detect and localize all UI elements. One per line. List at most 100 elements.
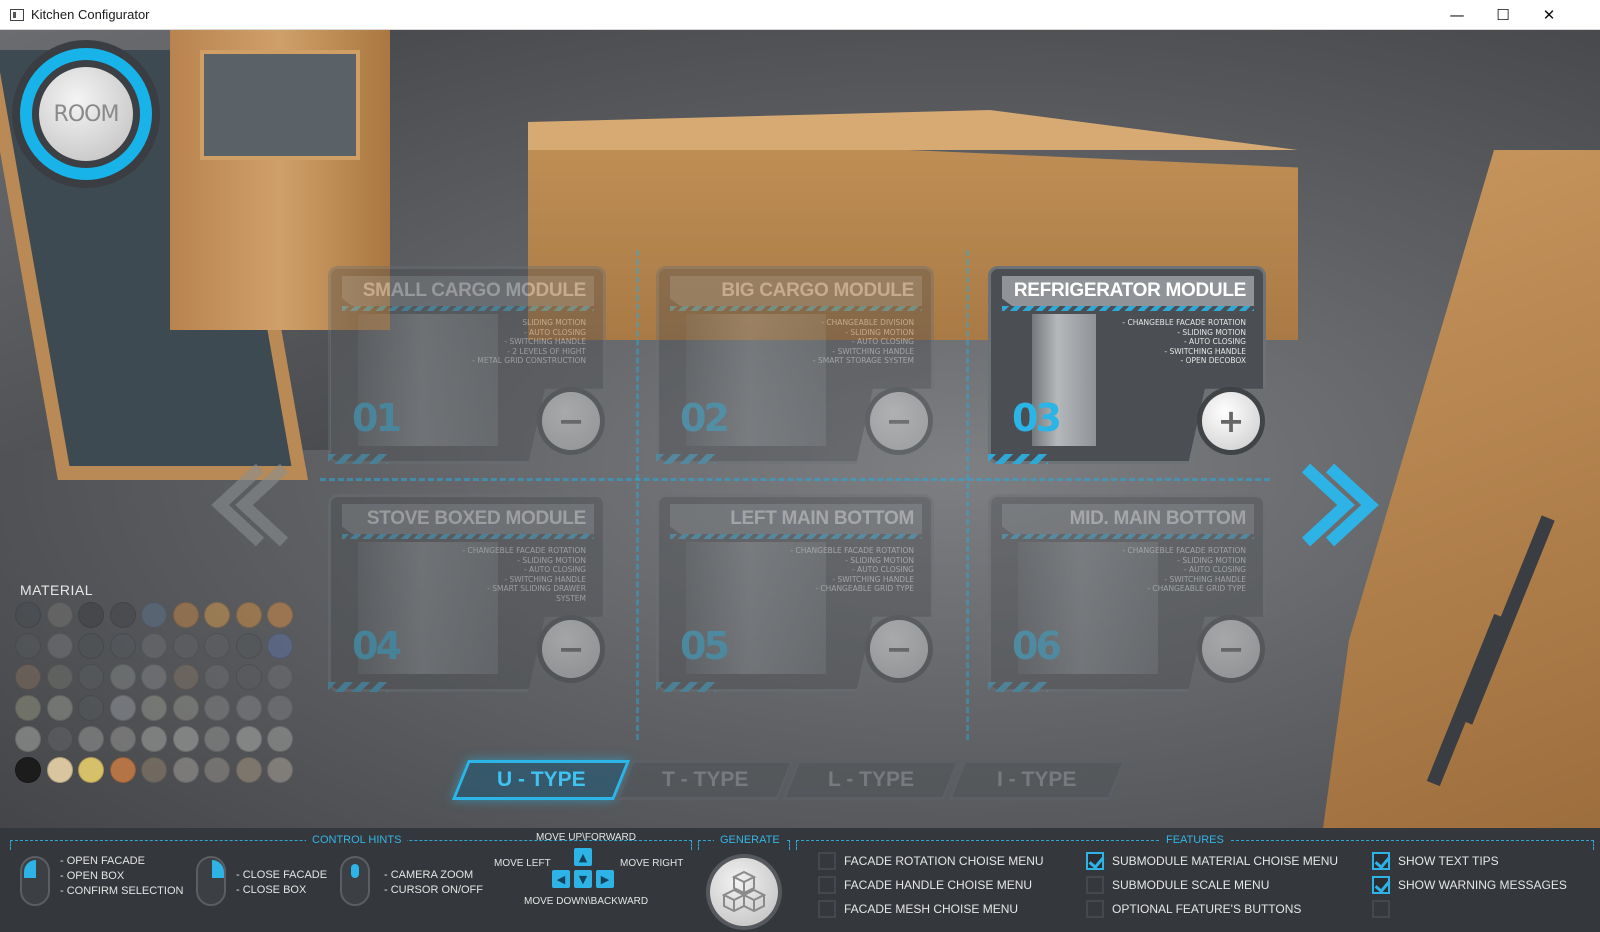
add-module-button[interactable]: + — [1202, 392, 1260, 450]
material-swatch[interactable] — [172, 664, 199, 690]
previous-page-arrow-icon[interactable] — [200, 460, 290, 550]
material-swatch[interactable] — [172, 726, 199, 752]
feature-checkbox[interactable] — [1086, 900, 1104, 918]
material-swatch[interactable] — [46, 726, 73, 752]
layout-tab[interactable]: I - TYPE — [947, 760, 1127, 800]
material-swatch[interactable] — [235, 695, 262, 721]
remove-module-button[interactable]: − — [1202, 620, 1260, 678]
material-swatch[interactable] — [267, 664, 293, 690]
material-swatch[interactable] — [78, 757, 104, 783]
3d-viewport[interactable]: ROOM SMALL CARGO MODULE SLIDING MOTION - … — [0, 30, 1600, 828]
module-card[interactable]: LEFT MAIN BOTTOM MODULE - CHANGEBLE FACA… — [656, 494, 934, 692]
material-swatch[interactable] — [141, 726, 167, 752]
module-number: 02 — [680, 396, 730, 440]
generate-title: GENERATE — [714, 834, 786, 846]
material-swatch[interactable] — [109, 633, 136, 659]
material-swatch[interactable] — [267, 757, 293, 783]
module-card[interactable]: SMALL CARGO MODULE SLIDING MOTION - AUTO … — [328, 266, 606, 464]
material-swatch[interactable] — [46, 633, 73, 659]
module-feature-list: SLIDING MOTION - AUTO CLOSING - SWITCHING … — [456, 318, 586, 366]
material-swatch[interactable] — [235, 633, 262, 659]
material-swatch[interactable] — [109, 602, 136, 628]
material-swatch[interactable] — [172, 695, 199, 721]
minimize-button[interactable]: — — [1434, 0, 1480, 30]
material-swatch[interactable] — [46, 695, 73, 721]
maximize-button[interactable]: ☐ — [1480, 0, 1526, 30]
material-swatch[interactable] — [141, 633, 167, 659]
generate-button[interactable] — [710, 858, 778, 926]
module-card[interactable]: STOVE BOXED MODULE - CHANGEBLE FACADE RO… — [328, 494, 606, 692]
remove-module-button[interactable]: − — [870, 392, 928, 450]
material-swatch[interactable] — [78, 695, 104, 721]
material-swatch[interactable] — [204, 726, 230, 752]
material-swatch[interactable] — [46, 602, 73, 628]
feature-checkbox[interactable] — [818, 900, 836, 918]
material-swatch[interactable] — [15, 633, 41, 659]
feature-checkbox[interactable] — [1372, 876, 1390, 894]
material-swatch[interactable] — [46, 664, 73, 690]
feature-label: FACADE ROTATION CHOISE MENU — [844, 854, 1044, 868]
material-swatch[interactable] — [267, 633, 293, 659]
material-swatch[interactable] — [172, 633, 199, 659]
material-swatch[interactable] — [78, 633, 104, 659]
material-swatch[interactable] — [141, 695, 167, 721]
material-swatch[interactable] — [109, 695, 136, 721]
module-feature: - CHANGEABLE GRID TYPE — [815, 584, 914, 593]
layout-tab[interactable]: U - TYPE — [451, 760, 631, 800]
material-swatch[interactable] — [78, 664, 104, 690]
module-title: MID. MAIN BOTTOM MODULE — [1002, 504, 1254, 534]
material-swatch[interactable] — [15, 695, 41, 721]
layout-tab[interactable]: L - TYPE — [781, 760, 961, 800]
feature-checkbox[interactable] — [1372, 852, 1390, 870]
material-swatch[interactable] — [109, 757, 136, 783]
feature-checkbox[interactable] — [818, 852, 836, 870]
material-swatch[interactable] — [15, 664, 41, 690]
material-swatch[interactable] — [141, 757, 167, 783]
module-card[interactable]: REFRIGERATOR MODULE - CHANGEBLE FACADE R… — [988, 266, 1266, 464]
material-swatch[interactable] — [235, 602, 262, 628]
material-swatch[interactable] — [204, 695, 230, 721]
material-swatch[interactable] — [141, 664, 167, 690]
module-card[interactable]: BIG CARGO MODULE - CHANGEABLE DIVISION - … — [656, 266, 934, 464]
material-swatch[interactable] — [172, 602, 199, 628]
feature-checkbox[interactable] — [1086, 852, 1104, 870]
material-swatch[interactable] — [141, 602, 167, 628]
feature-checkbox[interactable] — [1086, 876, 1104, 894]
material-swatch[interactable] — [15, 602, 41, 628]
next-page-arrow-icon[interactable] — [1300, 460, 1390, 550]
feature-checkbox[interactable] — [1372, 900, 1390, 918]
material-swatch[interactable] — [15, 757, 41, 783]
remove-module-button[interactable]: − — [870, 620, 928, 678]
material-swatch[interactable] — [78, 602, 104, 628]
feature-checkbox[interactable] — [818, 876, 836, 894]
remove-module-button[interactable]: − — [542, 392, 600, 450]
layout-tab[interactable]: T - TYPE — [615, 760, 795, 800]
material-swatch[interactable] — [267, 695, 293, 721]
material-swatch[interactable] — [204, 602, 230, 628]
close-button[interactable]: ✕ — [1526, 0, 1572, 30]
material-swatch[interactable] — [235, 664, 262, 690]
material-swatch[interactable] — [15, 726, 41, 752]
material-swatch[interactable] — [235, 726, 262, 752]
material-swatch[interactable] — [235, 757, 262, 783]
material-swatch[interactable] — [78, 726, 104, 752]
material-swatch[interactable] — [204, 633, 230, 659]
card-hatch — [328, 682, 388, 692]
card-stripe — [342, 534, 594, 539]
material-swatch[interactable] — [46, 757, 73, 783]
card-hatch — [656, 682, 716, 692]
module-card[interactable]: MID. MAIN BOTTOM MODULE - CHANGEBLE FACA… — [988, 494, 1266, 692]
material-swatch[interactable] — [204, 757, 230, 783]
material-swatch[interactable] — [172, 757, 199, 783]
material-swatch[interactable] — [109, 664, 136, 690]
room-button[interactable]: ROOM — [39, 67, 133, 161]
card-stripe — [670, 534, 922, 539]
layout-tab-label: L - TYPE — [828, 768, 914, 791]
module-feature: - SWITCHING HANDLE — [504, 574, 586, 584]
material-swatch[interactable] — [109, 726, 136, 752]
remove-module-button[interactable]: − — [542, 620, 600, 678]
material-swatch[interactable] — [267, 726, 293, 752]
material-swatch[interactable] — [204, 664, 230, 690]
module-feature: - METAL GRID CONSTRUCTION — [472, 356, 586, 365]
material-swatch[interactable] — [267, 602, 293, 628]
